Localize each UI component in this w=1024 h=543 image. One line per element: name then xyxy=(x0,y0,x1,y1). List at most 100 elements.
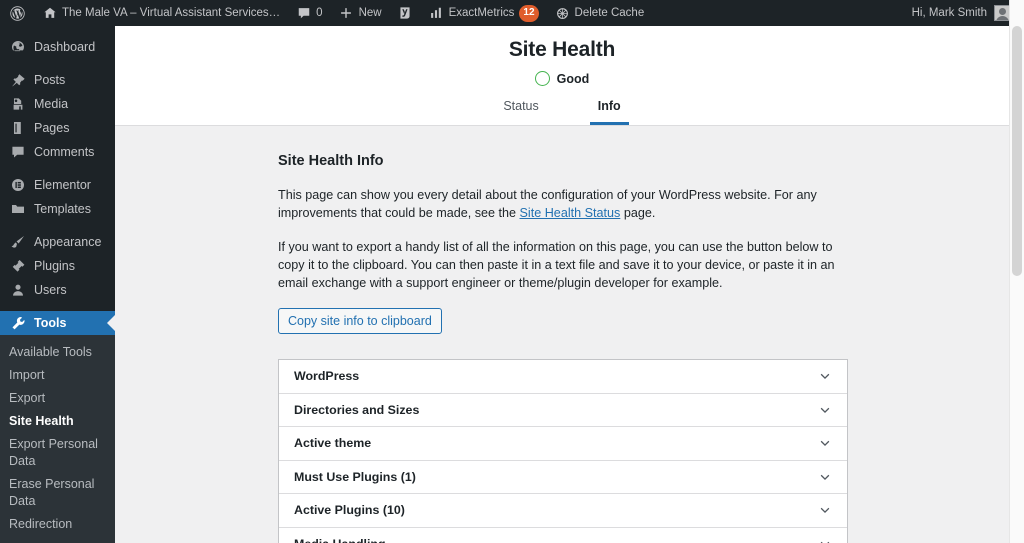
admin-bar-new-content[interactable]: New xyxy=(331,0,390,26)
admin-sidebar-menu: Dashboard Posts Media Pages Comments Ele… xyxy=(0,26,115,543)
accordion-row-wordpress[interactable]: WordPress xyxy=(279,360,847,394)
admin-bar-yoast-seo[interactable] xyxy=(390,0,421,26)
admin-bar-exactmetrics-label: ExactMetrics xyxy=(448,7,515,19)
site-health-header: Site Health Good Status Info xyxy=(115,26,1009,126)
yoast-seo-icon xyxy=(398,6,413,21)
admin-bar-exactmetrics-badge: 12 xyxy=(519,4,539,22)
users-icon xyxy=(9,282,26,299)
sidebar-item-label: Media xyxy=(34,97,69,111)
accordion-row-active-theme[interactable]: Active theme xyxy=(279,427,847,461)
site-health-tabs: Status Info xyxy=(115,99,1009,125)
admin-bar: The Male VA – Virtual Assistant Services… xyxy=(0,0,1024,26)
admin-bar-delete-cache[interactable]: Delete Cache xyxy=(547,0,653,26)
avatar xyxy=(994,5,1010,21)
sidebar-item-label: Posts xyxy=(34,73,66,87)
accordion-row-directories-and-sizes[interactable]: Directories and Sizes xyxy=(279,394,847,427)
status-badge-label: Good xyxy=(556,71,590,86)
sidebar-item-dashboard[interactable]: Dashboard xyxy=(0,35,115,59)
intro-paragraph-1-after: page. xyxy=(620,206,656,220)
submenu-item-import[interactable]: Import xyxy=(0,364,115,387)
tab-info[interactable]: Info xyxy=(589,99,629,125)
admin-bar-greeting: Hi, Mark Smith xyxy=(911,7,987,19)
sidebar-item-media[interactable]: Media xyxy=(0,92,115,116)
sidebar-item-label: Appearance xyxy=(34,235,102,249)
wp-admin-screen: The Male VA – Virtual Assistant Services… xyxy=(0,0,1024,543)
submenu-item-site-health[interactable]: Site Health xyxy=(0,410,115,433)
chevron-down-icon xyxy=(818,470,832,484)
sidebar-item-plugins[interactable]: Plugins xyxy=(0,254,115,278)
chevron-down-icon xyxy=(818,537,832,543)
comment-bubble-icon xyxy=(9,144,26,161)
tab-status[interactable]: Status xyxy=(495,99,546,125)
intro-paragraph-1: This page can show you every detail abou… xyxy=(278,186,848,222)
accordion-label: Directories and Sizes xyxy=(294,402,420,417)
paintbrush-icon xyxy=(9,234,26,251)
accordion-row-active-plugins[interactable]: Active Plugins (10) xyxy=(279,494,847,528)
sidebar-item-label: Comments xyxy=(34,145,95,159)
accordion-label: Media Handling xyxy=(294,537,386,543)
sidebar-item-templates[interactable]: Templates xyxy=(0,197,115,221)
admin-bar-comments-count: 0 xyxy=(316,7,323,19)
status-ring-icon xyxy=(534,71,550,86)
admin-bar-comments[interactable]: 0 xyxy=(288,0,330,26)
sidebar-item-label: Plugins xyxy=(34,259,75,273)
submenu-item-export-personal-data[interactable]: Export Personal Data xyxy=(0,433,115,473)
chevron-down-icon xyxy=(818,503,832,517)
pin-icon xyxy=(9,72,26,89)
menu-spacer xyxy=(0,302,115,311)
site-health-info-body: Site Health Info This page can show you … xyxy=(115,126,1009,543)
menu-spacer xyxy=(0,59,115,68)
site-health-accordion: WordPress Directories and Sizes Active t… xyxy=(278,359,848,543)
home-icon xyxy=(42,6,57,21)
admin-bar-my-account[interactable]: Hi, Mark Smith xyxy=(912,5,1024,21)
chevron-down-icon xyxy=(818,436,832,450)
site-health-status-link[interactable]: Site Health Status xyxy=(520,206,621,220)
wrench-icon xyxy=(9,315,26,332)
sidebar-item-appearance[interactable]: Appearance xyxy=(0,230,115,254)
page-icon xyxy=(9,120,26,137)
status-badge: Good xyxy=(115,71,1009,99)
chevron-down-icon xyxy=(818,369,832,383)
admin-bar-site-name-label: The Male VA – Virtual Assistant Services… xyxy=(62,7,281,19)
wp-fastest-cache-icon xyxy=(555,6,570,21)
elementor-icon xyxy=(9,177,26,194)
plug-icon xyxy=(9,258,26,275)
sidebar-item-label: Templates xyxy=(34,202,91,216)
plus-icon xyxy=(339,6,354,21)
sidebar-item-users[interactable]: Users xyxy=(0,278,115,302)
sidebar-item-label: Elementor xyxy=(34,178,91,192)
page-scrollbar[interactable] xyxy=(1009,0,1024,543)
menu-spacer xyxy=(0,164,115,173)
sidebar-item-posts[interactable]: Posts xyxy=(0,68,115,92)
accordion-label: Must Use Plugins (1) xyxy=(294,469,416,484)
sidebar-item-elementor[interactable]: Elementor xyxy=(0,173,115,197)
tools-submenu: Available Tools Import Export Site Healt… xyxy=(0,335,115,543)
chevron-down-icon xyxy=(818,403,832,417)
submenu-item-available-tools[interactable]: Available Tools xyxy=(0,341,115,364)
sidebar-item-label: Users xyxy=(34,283,67,297)
submenu-item-redirection[interactable]: Redirection xyxy=(0,513,115,536)
section-heading: Site Health Info xyxy=(278,153,384,169)
sidebar-item-comments[interactable]: Comments xyxy=(0,140,115,164)
submenu-item-export[interactable]: Export xyxy=(0,387,115,410)
accordion-row-must-use-plugins[interactable]: Must Use Plugins (1) xyxy=(279,461,847,494)
admin-bar-delete-cache-label: Delete Cache xyxy=(574,7,645,19)
sidebar-item-pages[interactable]: Pages xyxy=(0,116,115,140)
admin-bar-new-label: New xyxy=(358,7,382,19)
admin-bar-site-name[interactable]: The Male VA – Virtual Assistant Services… xyxy=(34,0,288,26)
sidebar-item-tools[interactable]: Tools xyxy=(0,311,115,335)
intro-paragraph-2: If you want to export a handy list of al… xyxy=(278,240,835,290)
sidebar-item-label: Pages xyxy=(34,121,70,135)
admin-bar-exactmetrics[interactable]: ExactMetrics 12 xyxy=(421,0,547,26)
admin-bar-wordpress-logo[interactable] xyxy=(0,0,34,26)
sidebar-item-label: Dashboard xyxy=(34,40,96,54)
accordion-row-media-handling[interactable]: Media Handling xyxy=(279,528,847,543)
media-icon xyxy=(9,96,26,113)
sidebar-item-label: Tools xyxy=(34,316,67,330)
page-title: Site Health xyxy=(508,38,616,61)
scrollbar-thumb[interactable] xyxy=(1012,26,1022,276)
bar-chart-icon xyxy=(429,6,444,21)
copy-site-info-button[interactable]: Copy site info to clipboard xyxy=(278,308,442,334)
submenu-item-erase-personal-data[interactable]: Erase Personal Data xyxy=(0,473,115,513)
menu-spacer xyxy=(0,26,115,35)
